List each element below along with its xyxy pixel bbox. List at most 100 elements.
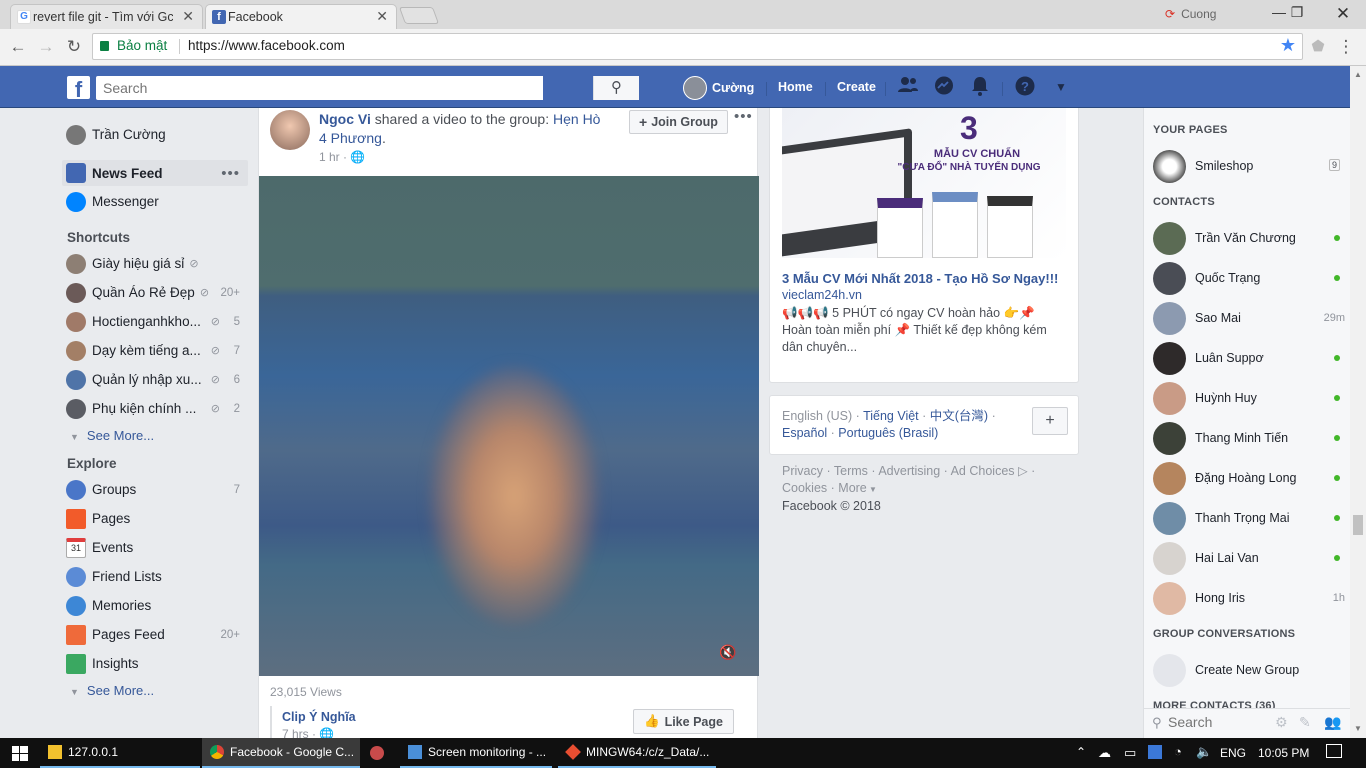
settings-gear-icon[interactable]: ⚙	[1275, 714, 1288, 731]
your-page-item[interactable]: Smileshop 9	[1153, 148, 1348, 184]
taskbar-item-git-bash[interactable]: MINGW64:/c/z_Data/...	[558, 738, 716, 768]
contact-item[interactable]: Luân Suppơ	[1153, 340, 1348, 376]
like-page-button[interactable]: 👍 Like Page	[633, 709, 734, 734]
footer-terms-link[interactable]: Terms	[834, 464, 868, 478]
mute-icon[interactable]: 🔇	[719, 644, 736, 661]
tray-app-icon[interactable]: ☁	[1098, 745, 1111, 761]
search-icon[interactable]: ⚲	[593, 76, 639, 100]
ad-domain[interactable]: vieclam24h.vn	[782, 288, 862, 302]
taskbar-item-screen-monitoring[interactable]: Screen monitoring - ...	[400, 738, 552, 768]
join-group-button[interactable]: + Join Group	[629, 110, 728, 134]
back-arrow-icon[interactable]: ←	[8, 37, 28, 57]
add-language-button[interactable]: +	[1032, 407, 1068, 435]
shortcut-item[interactable]: Phụ kiện chính ... ⊘ 2	[62, 396, 248, 421]
left-nav-news-feed[interactable]: News Feed •••	[62, 160, 248, 186]
shortcuts-see-more-link[interactable]: ▼ See More...	[70, 428, 154, 443]
contact-item[interactable]: Đặng Hoàng Long	[1153, 460, 1348, 496]
clock-time[interactable]: 10:05 PM	[1258, 746, 1309, 760]
maximize-icon[interactable]: ❐	[1282, 4, 1312, 24]
post-options-icon[interactable]: •••	[734, 108, 753, 125]
facebook-logo-icon[interactable]: f	[67, 76, 90, 102]
explore-see-more-link[interactable]: ▼ See More...	[70, 683, 154, 698]
account-dropdown-icon[interactable]: ▼	[1050, 76, 1072, 98]
messenger-icon[interactable]	[933, 76, 955, 98]
friend-requests-icon[interactable]	[897, 76, 919, 98]
wifi-icon[interactable]: ◔	[1174, 744, 1182, 759]
explore-item-pages[interactable]: Pages	[62, 506, 248, 531]
profile-chip[interactable]: ⟳ Cuong	[1165, 7, 1216, 21]
scrollbar-thumb[interactable]	[1353, 515, 1363, 535]
footer-privacy-link[interactable]: Privacy	[782, 464, 823, 478]
chrome-menu-icon[interactable]: ⋮	[1336, 37, 1356, 57]
scroll-down-icon[interactable]: ▼	[1354, 724, 1362, 733]
explore-item-friend-lists[interactable]: Friend Lists	[62, 564, 248, 589]
left-nav-messenger[interactable]: Messenger	[62, 189, 248, 214]
close-tab-icon[interactable]: ✕	[376, 8, 388, 25]
url-text[interactable]: https://www.facebook.com	[188, 38, 345, 53]
scroll-up-icon[interactable]: ▲	[1354, 70, 1362, 79]
windows-start-icon[interactable]	[12, 746, 28, 761]
tray-battery-icon[interactable]: ▭	[1124, 745, 1136, 761]
more-options-icon[interactable]: •••	[221, 165, 240, 182]
contact-item[interactable]: Trần Văn Chương	[1153, 220, 1348, 256]
explore-item-pages-feed[interactable]: Pages Feed 20+	[62, 622, 248, 647]
shortcut-item[interactable]: Giày hiệu giá sỉ ⊘	[62, 251, 248, 276]
reload-icon[interactable]: ↻	[64, 37, 84, 57]
chat-search-input[interactable]	[1168, 714, 1268, 730]
shortcut-item[interactable]: Hoctienganhkho... ⊘ 5	[62, 309, 248, 334]
taskbar-item-paint[interactable]	[362, 738, 396, 768]
explore-item-insights[interactable]: Insights	[62, 651, 248, 676]
footer-cookies-link[interactable]: Cookies	[782, 481, 827, 495]
contact-item[interactable]: Quốc Trạng	[1153, 260, 1348, 296]
contact-item[interactable]: Hong Iris 1h	[1153, 580, 1348, 616]
explore-item-events[interactable]: 31 Events	[62, 535, 248, 560]
explore-item-memories[interactable]: Memories	[62, 593, 248, 618]
contact-item[interactable]: Hai Lai Van	[1153, 540, 1348, 576]
profile-link[interactable]: Cường	[683, 76, 754, 100]
close-tab-icon[interactable]: ✕	[182, 8, 194, 25]
help-question-icon[interactable]: ?	[1014, 76, 1036, 98]
address-bar[interactable]: Bảo mật https://www.facebook.com ★	[92, 33, 1303, 60]
contact-item[interactable]: Huỳnh Huy	[1153, 380, 1348, 416]
shared-page-link[interactable]: Clip Ý Nghĩa	[282, 710, 356, 724]
footer-more-link[interactable]: More	[838, 481, 866, 495]
taskbar-item-explorer[interactable]: 127.0.0.1	[40, 738, 200, 768]
create-link[interactable]: Create	[837, 77, 876, 97]
tray-expand-icon[interactable]: ⌃	[1076, 745, 1086, 759]
create-new-group-item[interactable]: Create New Group	[1153, 652, 1348, 688]
footer-advertising-link[interactable]: Advertising	[878, 464, 940, 478]
new-message-icon[interactable]: ✎	[1299, 714, 1311, 731]
notifications-bell-icon[interactable]	[969, 76, 991, 98]
footer-adchoices-link[interactable]: Ad Choices	[951, 464, 1015, 478]
contact-item[interactable]: Thang Minh Tiến	[1153, 420, 1348, 456]
left-nav-profile[interactable]: Trần Cường	[62, 122, 248, 147]
extension-icon[interactable]: ⬟	[1308, 37, 1328, 57]
input-language[interactable]: ENG	[1220, 746, 1246, 760]
shortcut-item[interactable]: Dạy kèm tiếng a... ⊘ 7	[62, 338, 248, 363]
tray-app2-icon[interactable]	[1148, 745, 1162, 759]
contact-item[interactable]: Sao Mai 29m	[1153, 300, 1348, 336]
browser-tab-facebook[interactable]: f Facebook ✕	[205, 4, 397, 29]
new-tab-button[interactable]	[398, 7, 440, 24]
fb-search-input[interactable]	[103, 77, 503, 99]
bookmark-star-icon[interactable]: ★	[1280, 35, 1296, 56]
explore-item-groups[interactable]: Groups 7	[62, 477, 248, 502]
ad-image[interactable]: 3 MẪU CV CHUẨN "CƯA ĐỔ" NHÀ TUYỂN DỤNG	[782, 108, 1066, 258]
shortcut-item[interactable]: Quản lý nhập xu... ⊘ 6	[62, 367, 248, 392]
taskbar-item-chrome[interactable]: Facebook - Google C...	[202, 738, 360, 768]
post-time[interactable]: 1 hr ·	[319, 150, 350, 164]
contact-item[interactable]: Thanh Trọng Mai	[1153, 500, 1348, 536]
volume-icon[interactable]: 🔈	[1196, 744, 1212, 760]
language-link-vi[interactable]: Tiếng Việt	[863, 409, 919, 423]
avatar[interactable]	[270, 110, 310, 150]
page-scrollbar[interactable]: ▲ ▼	[1350, 66, 1366, 738]
shortcut-item[interactable]: Quần Áo Rẻ Đẹp ⊘ 20+	[62, 280, 248, 305]
language-link-es[interactable]: Español	[782, 426, 827, 440]
browser-tab-google[interactable]: G revert file git - Tìm với Gc ✕	[10, 4, 203, 29]
video-player[interactable]: 🔇	[259, 176, 759, 676]
action-center-icon[interactable]	[1326, 744, 1342, 758]
forward-arrow-icon[interactable]: →	[36, 37, 56, 57]
language-link-zh[interactable]: 中文(台灣)	[930, 409, 988, 423]
post-author-link[interactable]: Ngoc Vi	[319, 111, 371, 127]
window-close-icon[interactable]: ✕	[1328, 4, 1358, 24]
